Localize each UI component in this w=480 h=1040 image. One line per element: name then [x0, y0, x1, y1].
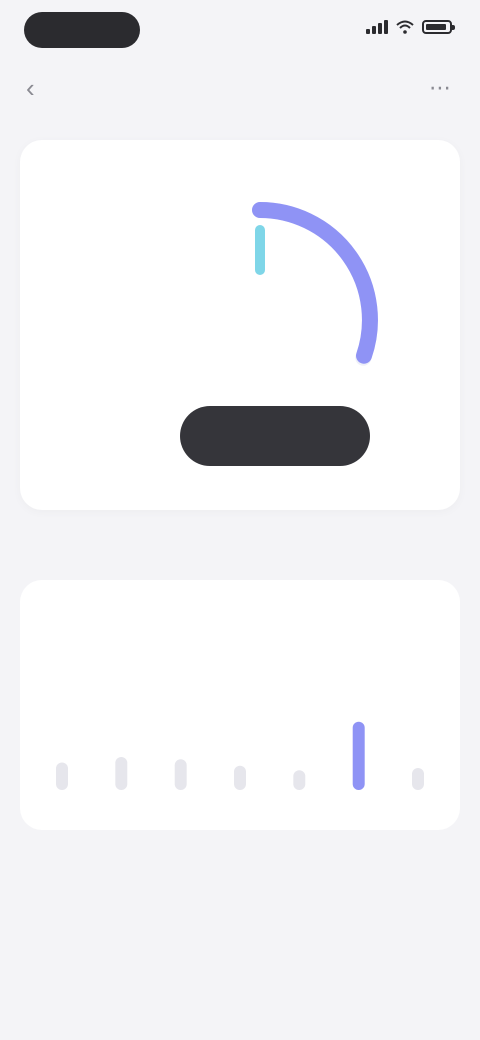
more-icon[interactable]: ⋯: [426, 74, 454, 102]
status-time: [24, 12, 140, 48]
day-bar[interactable]: [234, 765, 246, 790]
day-bar[interactable]: [352, 721, 365, 790]
day-bar[interactable]: [115, 757, 128, 790]
gauge-arc: [252, 202, 378, 364]
signal-icon: [366, 20, 388, 34]
start-button[interactable]: [180, 406, 370, 466]
day-bar[interactable]: [412, 768, 424, 790]
main-card: [20, 140, 460, 510]
battery-icon: [422, 20, 455, 34]
nav-bar: ‹ ⋯: [0, 64, 480, 112]
day-bar[interactable]: [293, 770, 306, 790]
wifi-icon: [396, 20, 414, 34]
chevron-left-icon[interactable]: ‹: [26, 74, 54, 102]
progress-gauge: [252, 202, 378, 366]
history-card: [20, 580, 460, 830]
week-chart: [56, 721, 424, 791]
day-bar[interactable]: [56, 762, 68, 791]
day-bar[interactable]: [174, 759, 187, 790]
status-icons: [366, 20, 455, 34]
status-bar: [0, 0, 480, 64]
